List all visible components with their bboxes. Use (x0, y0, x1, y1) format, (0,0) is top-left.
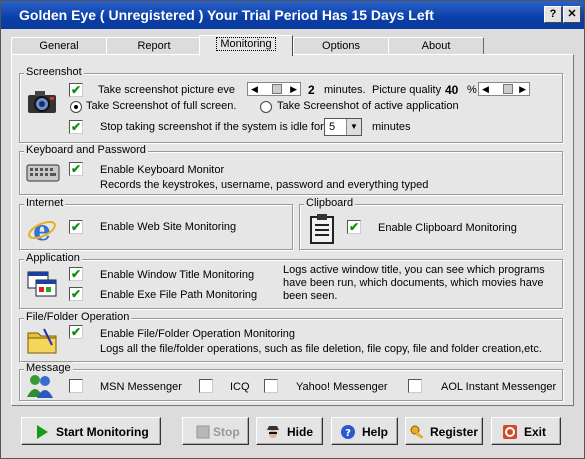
window-title: Golden Eye ( Unregistered ) Your Trial P… (19, 7, 434, 23)
icq-checkbox[interactable] (199, 379, 213, 393)
start-monitoring-label: Start Monitoring (56, 425, 149, 439)
clipboard-icon (310, 214, 334, 244)
exit-button[interactable]: Exit (491, 417, 561, 445)
tab-options[interactable]: Options (293, 37, 389, 55)
stop-button[interactable]: Stop (182, 417, 249, 445)
window-title-label: Enable Window Title Monitoring (100, 269, 255, 281)
full-screen-label: Take Screenshot of full screen. (86, 100, 237, 112)
help-icon: ? (341, 425, 355, 439)
clipboard-monitoring-checkbox[interactable]: ✔ (347, 220, 361, 234)
register-label: Register (430, 425, 479, 439)
stop-label: Stop (213, 425, 240, 439)
yahoo-label: Yahoo! Messenger (296, 381, 388, 393)
screenshot-interval-label: Take screenshot picture eve (98, 84, 235, 96)
main-window: Golden Eye ( Unregistered ) Your Trial P… (0, 0, 585, 459)
picture-quality-value: 40 (445, 83, 459, 97)
message-group: Message MSN Messenger ICQ Yahoo! Messeng… (19, 362, 563, 401)
screenshot-group: Screenshot ✔ Take screenshot picture eve… (19, 66, 563, 143)
interval-unit: minutes. (324, 84, 366, 96)
tab-about[interactable]: About (388, 37, 484, 55)
tab-report[interactable]: Report (106, 37, 202, 55)
aol-label: AOL Instant Messenger (441, 381, 557, 393)
spy-icon (267, 426, 279, 438)
exit-icon (503, 425, 517, 439)
interval-value: 2 (308, 83, 315, 97)
camera-icon (28, 91, 56, 113)
file-folder-label: Enable File/Folder Operation Monitoring (100, 328, 296, 340)
exe-path-checkbox[interactable]: ✔ (69, 287, 83, 301)
interval-slider[interactable]: ◀ ▶ (247, 82, 301, 96)
exe-path-label: Enable Exe File Path Monitoring (100, 289, 258, 301)
active-application-label: Take Screenshot of active application (277, 100, 459, 112)
yahoo-checkbox[interactable] (264, 379, 278, 393)
play-icon (37, 425, 48, 439)
file-folder-group-label: File/Folder Operation (24, 311, 132, 323)
msn-label: MSN Messenger (100, 381, 182, 393)
application-description-3: been seen. (283, 290, 338, 302)
internet-explorer-icon: e (28, 214, 56, 245)
application-group-label: Application (24, 252, 82, 264)
file-folder-group: File/Folder Operation ✔ Enable File/Fold… (19, 311, 563, 362)
application-description-2: have been run, which documents, which mo… (283, 277, 544, 289)
application-windows-icon (27, 271, 57, 297)
keyboard-monitor-label: Enable Keyboard Monitor (100, 164, 225, 176)
svg-text:e: e (33, 214, 51, 245)
idle-checkbox[interactable]: ✔ (69, 120, 83, 134)
application-description-1: Logs active window title, you can see wh… (283, 264, 545, 276)
tab-monitoring[interactable]: Monitoring (199, 35, 293, 56)
keyboard-monitor-checkbox[interactable]: ✔ (69, 162, 83, 176)
active-application-radio[interactable] (260, 101, 272, 113)
chevron-down-icon: ▼ (346, 119, 361, 135)
folder-icon (27, 328, 57, 354)
start-monitoring-button[interactable]: Start Monitoring (21, 417, 161, 445)
keyboard-icon (26, 164, 60, 182)
hide-button[interactable]: Hide (256, 417, 323, 445)
svg-text:?: ? (345, 428, 351, 439)
title-bar[interactable]: Golden Eye ( Unregistered ) Your Trial P… (1, 1, 584, 29)
web-site-monitoring-label: Enable Web Site Monitoring (100, 221, 237, 233)
web-site-monitoring-checkbox[interactable]: ✔ (69, 220, 83, 234)
full-screen-radio[interactable] (70, 101, 82, 113)
help-title-button[interactable]: ? (544, 6, 562, 23)
screenshot-checkbox[interactable]: ✔ (69, 83, 83, 97)
register-button[interactable]: Register (405, 417, 483, 445)
idle-unit: minutes (372, 121, 411, 133)
idle-minutes-select[interactable]: 5 ▼ (324, 118, 362, 136)
keyboard-group: Keyboard and Password ✔ Enable Keyboard … (19, 144, 563, 195)
idle-label: Stop taking screenshot if the system is … (100, 121, 324, 133)
picture-quality-label: Picture quality (372, 84, 442, 96)
file-folder-checkbox[interactable]: ✔ (69, 325, 83, 339)
internet-group: Internet e ✔ Enable Web Site Monitoring (19, 197, 293, 250)
keyboard-description: Records the keystrokes, username, passwo… (100, 179, 429, 191)
help-button[interactable]: ? Help (331, 417, 398, 445)
msn-checkbox[interactable] (69, 379, 83, 393)
internet-group-label: Internet (24, 197, 66, 209)
clipboard-group-label: Clipboard (304, 197, 356, 209)
aol-checkbox[interactable] (408, 379, 422, 393)
clipboard-group: Clipboard ✔ Enable Clipboard Monitoring (299, 197, 563, 250)
picture-quality-unit: % (467, 84, 477, 96)
stop-icon (196, 425, 210, 439)
hide-label: Hide (287, 425, 314, 439)
keyboard-group-label: Keyboard and Password (24, 144, 148, 156)
application-group: Application ✔ Enable Window Title Monito… (19, 252, 563, 309)
screenshot-group-label: Screenshot (24, 66, 84, 78)
help-label: Help (362, 425, 389, 439)
window-title-checkbox[interactable]: ✔ (69, 267, 83, 281)
key-icon (410, 425, 424, 440)
tab-general[interactable]: General (11, 37, 107, 55)
clipboard-monitoring-label: Enable Clipboard Monitoring (378, 222, 517, 234)
idle-minutes-value: 5 (329, 121, 336, 133)
picture-quality-slider[interactable]: ◀ ▶ (478, 82, 530, 96)
close-title-button[interactable]: ✕ (563, 6, 581, 23)
icq-label: ICQ (230, 381, 250, 393)
exit-label: Exit (524, 425, 547, 439)
file-folder-description: Logs all the file/folder operations, suc… (100, 343, 542, 355)
messenger-icon (27, 375, 53, 398)
